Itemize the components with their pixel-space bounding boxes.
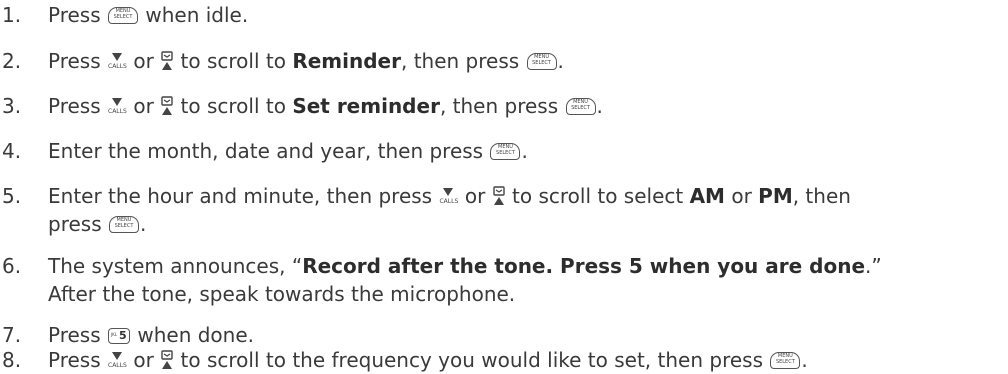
step-number: 6. — [2, 254, 22, 278]
calls-down-key-icon: CALLS — [108, 97, 127, 115]
menu-select-key-icon: MENU SELECT — [108, 7, 138, 24]
reminder-instructions: 1. Press MENU SELECT when idle. 2. Press … — [0, 0, 1008, 374]
menu-select-key-icon: MENU SELECT — [108, 216, 139, 233]
directory-up-key-icon — [161, 96, 173, 115]
step-text: Press CALLS or to scroll to Reminder, th… — [48, 49, 564, 73]
step-number: 1. — [2, 3, 22, 27]
menu-select-key-icon: MENU SELECT — [490, 143, 521, 160]
menu-select-key-icon: MENU SELECT — [770, 352, 801, 369]
step-number: 7. — [2, 323, 22, 347]
step-text: Press JKL 5 when done. — [48, 323, 254, 347]
directory-up-key-icon — [492, 186, 505, 205]
step-text: Press CALLS or to scroll to the frequenc… — [48, 348, 808, 372]
step-number: 8. — [2, 348, 22, 372]
step-number: 3. — [2, 94, 22, 118]
calls-down-key-icon: CALLS — [108, 351, 127, 369]
step-text: Enter the month, date and year, then pre… — [48, 139, 528, 163]
directory-up-key-icon — [161, 350, 173, 369]
step-text: Press MENU SELECT when idle. — [48, 3, 249, 27]
step-text: Press CALLS or to scroll to Set reminder… — [48, 94, 603, 118]
step-text: The system announces, “Record after the … — [48, 254, 882, 306]
step-number: 4. — [2, 139, 22, 163]
step-number: 5. — [2, 184, 22, 208]
menu-select-key-icon: MENU SELECT — [526, 53, 557, 70]
step-number: 2. — [2, 49, 22, 73]
calls-down-key-icon: CALLS — [108, 52, 127, 70]
directory-up-key-icon — [161, 51, 173, 70]
calls-down-key-icon: CALLS — [439, 187, 458, 205]
menu-select-key-icon: MENU SELECT — [565, 98, 596, 115]
five-key-icon: JKL 5 — [108, 328, 130, 344]
step-text: Enter the hour and minute, then press CA… — [48, 184, 851, 236]
